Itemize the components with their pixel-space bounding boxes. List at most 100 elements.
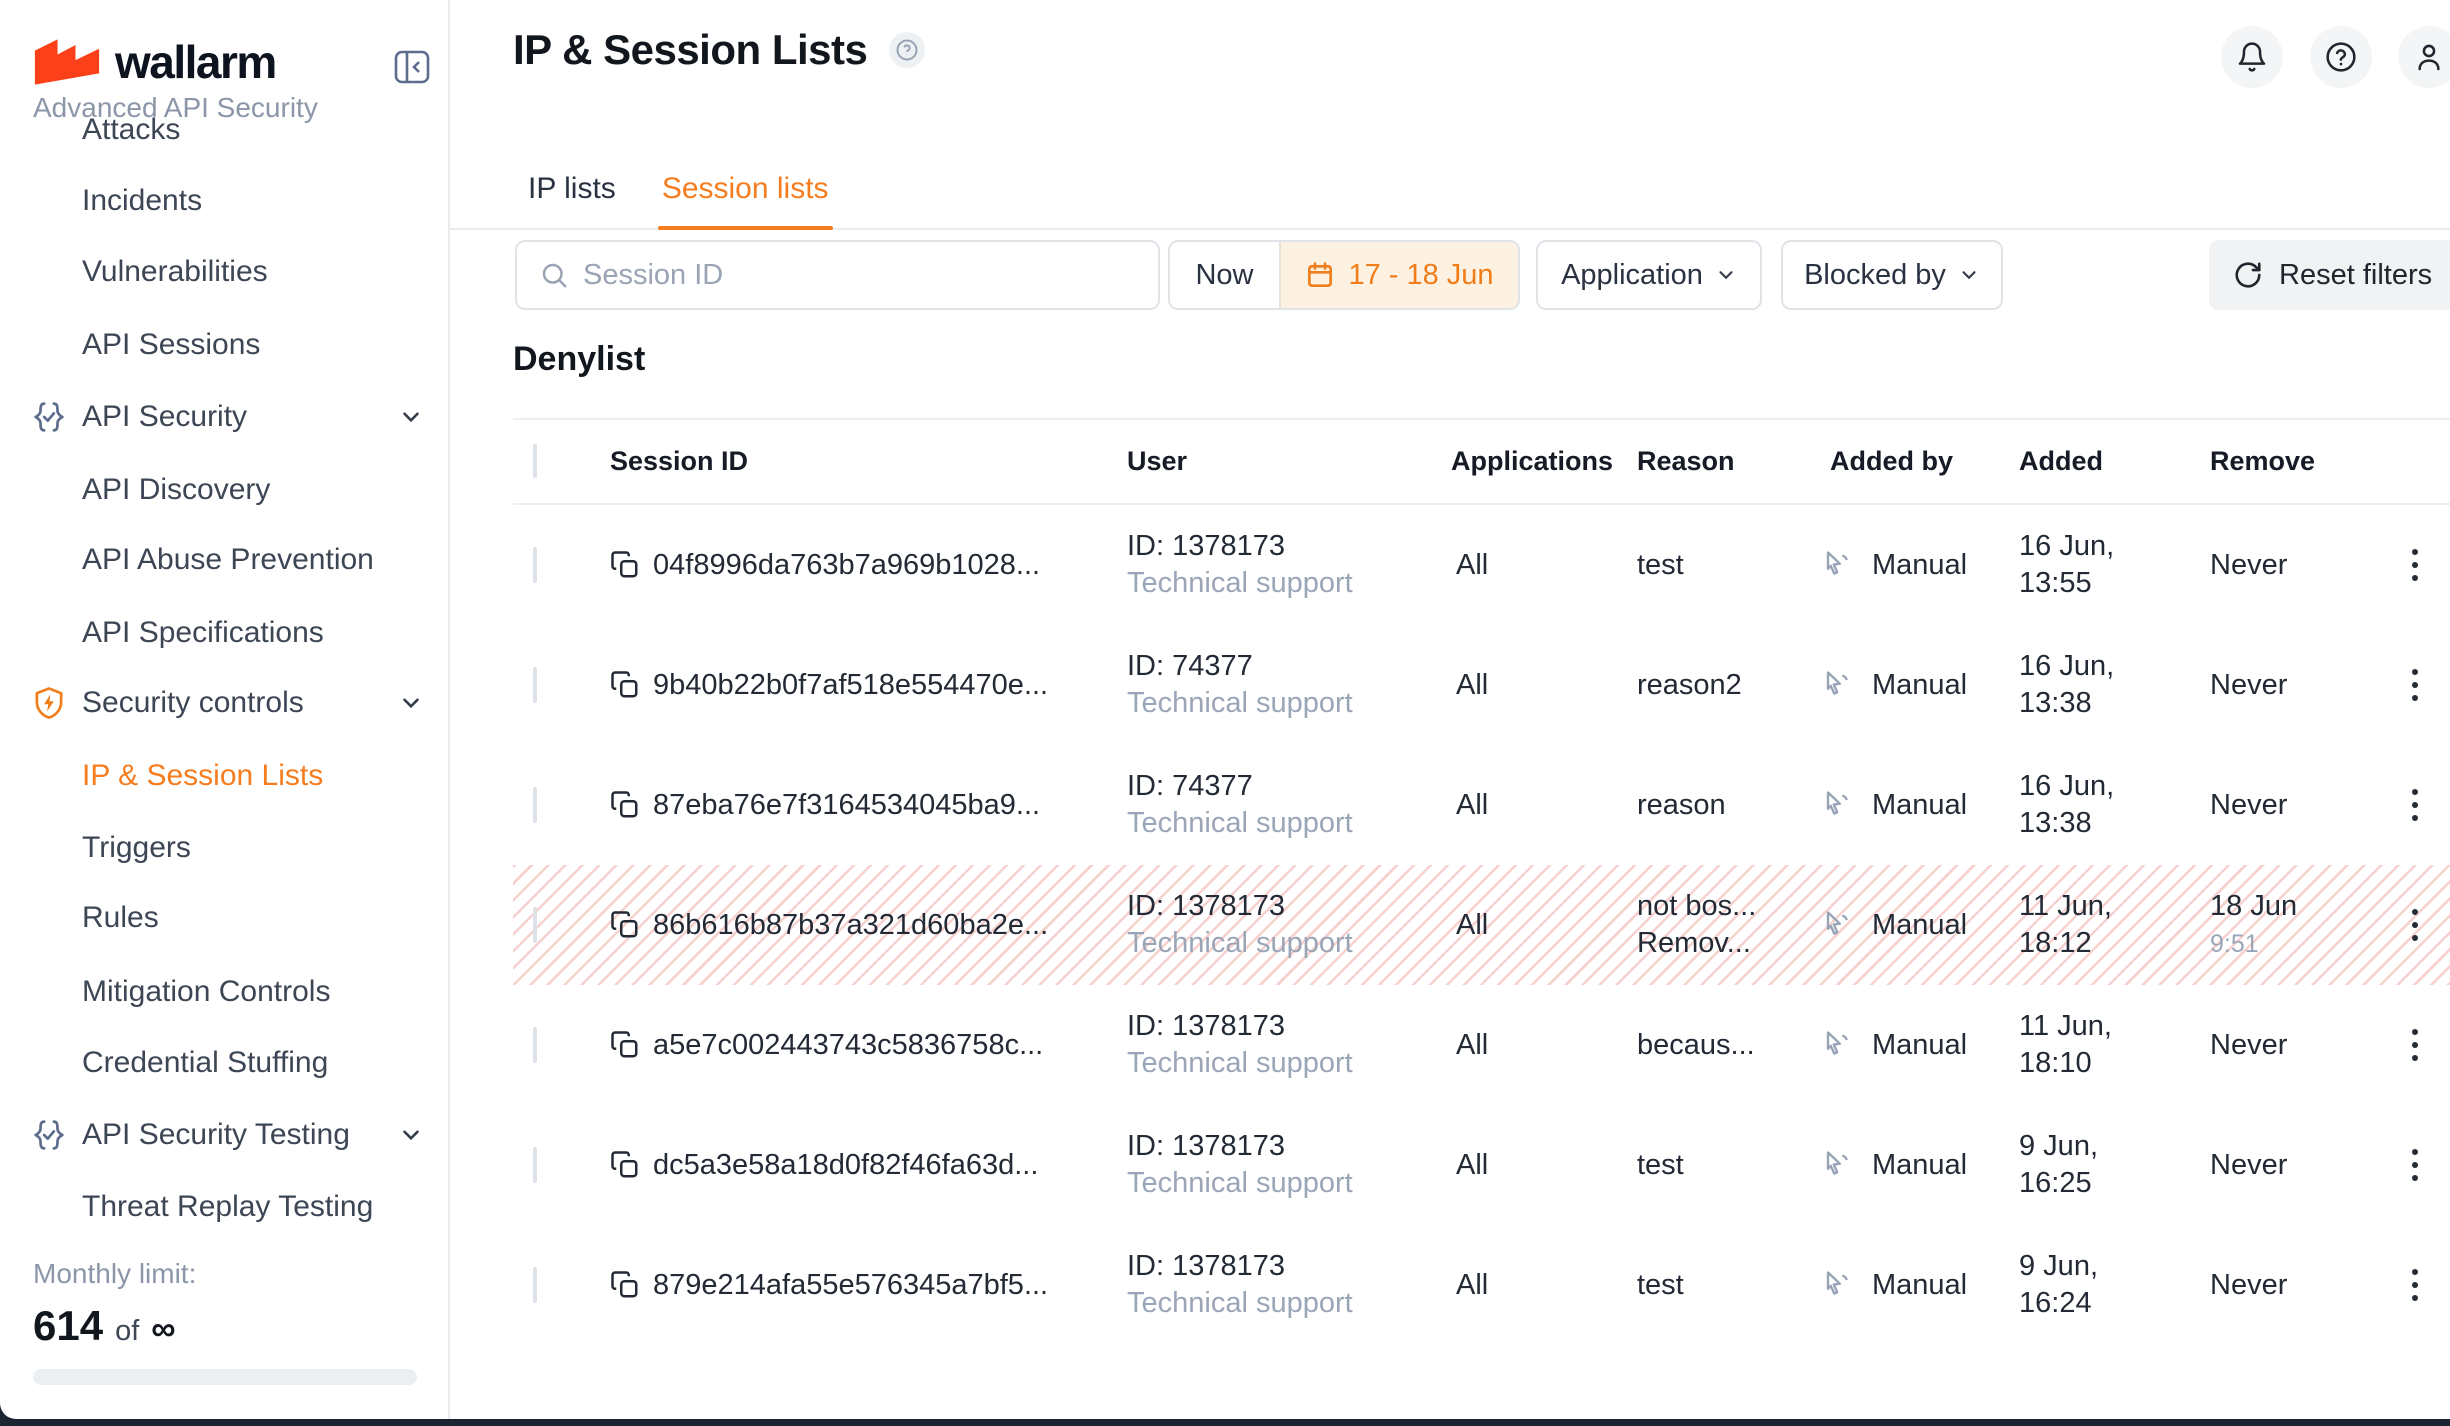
sidebar-item-mitigation-controls[interactable]: Mitigation Controls [0, 962, 448, 1022]
table-row: 04f8996da763b7a969b1028... ID: 1378173 Te… [513, 505, 2450, 625]
account-button[interactable] [2398, 26, 2450, 88]
question-circle-icon [2325, 41, 2357, 73]
col-applications: Applications [1451, 446, 1637, 477]
user-id: ID: 1378173 [1127, 530, 1285, 562]
row-menu-kebab-icon[interactable] [2393, 1255, 2437, 1315]
brand: wallarm [33, 36, 276, 88]
braces-check-icon [32, 400, 66, 434]
row-checkbox[interactable] [533, 787, 537, 823]
col-added-by: Added by [1810, 446, 2019, 477]
sidebar-item-triggers[interactable]: Triggers [0, 818, 448, 878]
row-checkbox[interactable] [533, 1147, 537, 1183]
sidebar-item-api-discovery[interactable]: API Discovery [0, 460, 448, 520]
row-checkbox[interactable] [533, 667, 537, 703]
user-name[interactable]: Technical support [1127, 567, 1353, 599]
session-id[interactable]: 9b40b22b0f7af518e554470e... [653, 669, 1048, 702]
sidebar-item-threat-replay-testing[interactable]: Threat Replay Testing [0, 1177, 448, 1237]
session-id[interactable]: dc5a3e58a18d0f82f46fa63d... [653, 1149, 1038, 1182]
sidebar-item-api-specifications[interactable]: API Specifications [0, 603, 448, 663]
row-menu-kebab-icon[interactable] [2393, 655, 2437, 715]
window-bottom-edge [0, 1419, 2450, 1426]
row-checkbox[interactable] [533, 547, 537, 583]
remove-time: 9:51 [2210, 930, 2259, 958]
row-menu-kebab-icon[interactable] [2393, 535, 2437, 595]
chevron-down-icon [398, 1122, 424, 1148]
sidebar-item-rules[interactable]: Rules [0, 888, 448, 948]
user-id: ID: 74377 [1127, 650, 1253, 682]
copy-icon[interactable] [610, 1030, 640, 1060]
sidebar-collapse-icon[interactable] [394, 50, 430, 84]
sidebar-item-incidents[interactable]: Incidents [0, 171, 448, 231]
added-time: 13:55 [2019, 567, 2092, 599]
row-checkbox[interactable] [533, 1267, 537, 1303]
added-by-cell: Manual [1872, 549, 1967, 582]
notifications-button[interactable] [2221, 26, 2283, 88]
added-by-cell: Manual [1872, 909, 1967, 942]
table-row: 87eba76e7f3164534045ba9... ID: 74377Tech… [513, 745, 2450, 865]
help-button[interactable] [2310, 26, 2372, 88]
user-name[interactable]: Technical support [1127, 1047, 1353, 1079]
date-range-button[interactable]: 17 - 18 Jun [1279, 242, 1518, 308]
sidebar-item-api-security-testing[interactable]: API Security Testing [0, 1105, 448, 1165]
copy-icon[interactable] [610, 790, 640, 820]
session-id[interactable]: a5e7c002443743c5836758c... [653, 1029, 1043, 1062]
row-checkbox[interactable] [533, 1027, 537, 1063]
main-content: IP & Session Lists [450, 0, 2450, 1426]
table-row: 9b40b22b0f7af518e554470e... ID: 74377 Tec… [513, 625, 2450, 745]
user-name[interactable]: Technical support [1127, 807, 1353, 839]
session-id[interactable]: 87eba76e7f3164534045ba9... [653, 789, 1040, 822]
sidebar-item-security-controls[interactable]: Security controls [0, 673, 448, 733]
added-date: 9 Jun, [2019, 1130, 2098, 1162]
sidebar: wallarm Advanced API Security Attacks In… [0, 0, 450, 1426]
session-id[interactable]: 879e214afa55e576345a7bf5... [653, 1269, 1048, 1302]
user-name[interactable]: Technical support [1127, 927, 1353, 959]
sidebar-item-credential-stuffing[interactable]: Credential Stuffing [0, 1033, 448, 1093]
sidebar-item-api-sessions[interactable]: API Sessions [0, 315, 448, 375]
sidebar-item-api-security[interactable]: API Security [0, 387, 448, 447]
added-by-cell: Manual [1872, 1029, 1967, 1062]
sidebar-item-attacks[interactable]: Attacks [0, 112, 448, 160]
tab-ip-lists[interactable]: IP lists [528, 149, 616, 228]
sidebar-nav: Attacks Incidents Vulnerabilities API Se… [0, 112, 448, 1240]
session-id[interactable]: 86b616b87b37a321d60ba2e... [653, 909, 1048, 942]
session-id-search[interactable] [515, 240, 1160, 310]
reset-filters-button[interactable]: Reset filters [2209, 240, 2450, 310]
user-name[interactable]: Technical support [1127, 687, 1353, 719]
row-checkbox[interactable] [533, 907, 537, 943]
chevron-down-icon [1958, 264, 1980, 286]
row-menu-kebab-icon[interactable] [2393, 1135, 2437, 1195]
applications-cell: All [1451, 1269, 1637, 1302]
user-name[interactable]: Technical support [1127, 1287, 1353, 1319]
now-button[interactable]: Now [1170, 242, 1279, 308]
user-id: ID: 1378173 [1127, 1130, 1285, 1162]
row-menu-kebab-icon[interactable] [2393, 1015, 2437, 1075]
col-remove: Remove [2210, 446, 2393, 477]
search-icon [539, 260, 569, 290]
sidebar-item-vulnerabilities[interactable]: Vulnerabilities [0, 242, 448, 302]
application-filter[interactable]: Application [1536, 240, 1762, 310]
search-input[interactable] [583, 259, 1158, 292]
copy-icon[interactable] [610, 550, 640, 580]
select-all-checkbox[interactable] [533, 444, 537, 478]
row-menu-kebab-icon[interactable] [2393, 775, 2437, 835]
denylist-heading: Denylist [513, 340, 645, 379]
added-date: 11 Jun, [2019, 890, 2112, 922]
row-menu-kebab-icon[interactable] [2393, 895, 2437, 955]
brand-name: wallarm [115, 35, 276, 89]
copy-icon[interactable] [610, 1150, 640, 1180]
sidebar-item-ip-session-lists[interactable]: IP & Session Lists [0, 746, 448, 806]
session-id[interactable]: 04f8996da763b7a969b1028... [653, 549, 1040, 582]
window-corner [0, 1403, 16, 1419]
tab-session-lists[interactable]: Session lists [662, 149, 829, 228]
remove-cell: Never [2210, 549, 2287, 581]
copy-icon[interactable] [610, 670, 640, 700]
user-name[interactable]: Technical support [1127, 1167, 1353, 1199]
sidebar-item-api-abuse-prevention[interactable]: API Abuse Prevention [0, 530, 448, 590]
copy-icon[interactable] [610, 1270, 640, 1300]
blocked-by-filter[interactable]: Blocked by [1781, 240, 2003, 310]
page-title: IP & Session Lists [513, 26, 867, 74]
added-date: 16 Jun, [2019, 770, 2114, 802]
copy-icon[interactable] [610, 910, 640, 940]
reason-cell: reason2 [1637, 669, 1742, 701]
title-help-icon[interactable] [889, 32, 925, 68]
